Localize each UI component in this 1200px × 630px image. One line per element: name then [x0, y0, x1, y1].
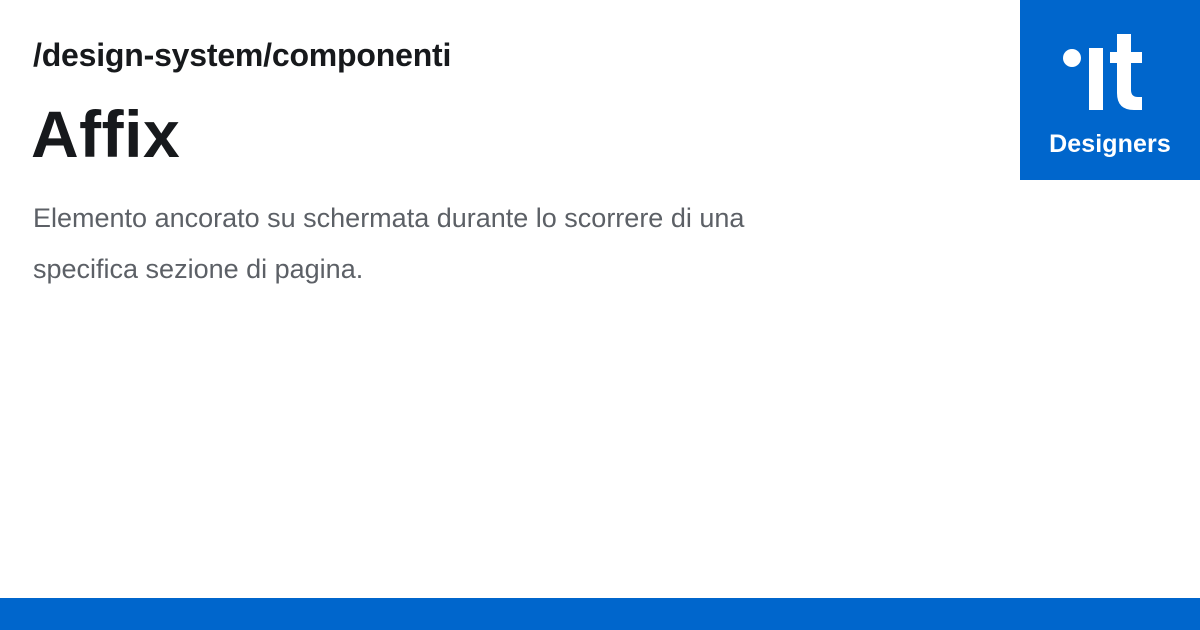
page-description: Elemento ancorato su schermata durante l…: [33, 203, 745, 284]
designers-logo: Designers: [1020, 0, 1200, 180]
bottom-accent-bar: [0, 598, 1200, 630]
breadcrumb: /design-system/componenti: [33, 37, 452, 73]
logo-label: Designers: [1049, 130, 1171, 158]
italia-dot-it-icon: [1063, 34, 1142, 110]
page-title: Affix: [31, 97, 181, 171]
